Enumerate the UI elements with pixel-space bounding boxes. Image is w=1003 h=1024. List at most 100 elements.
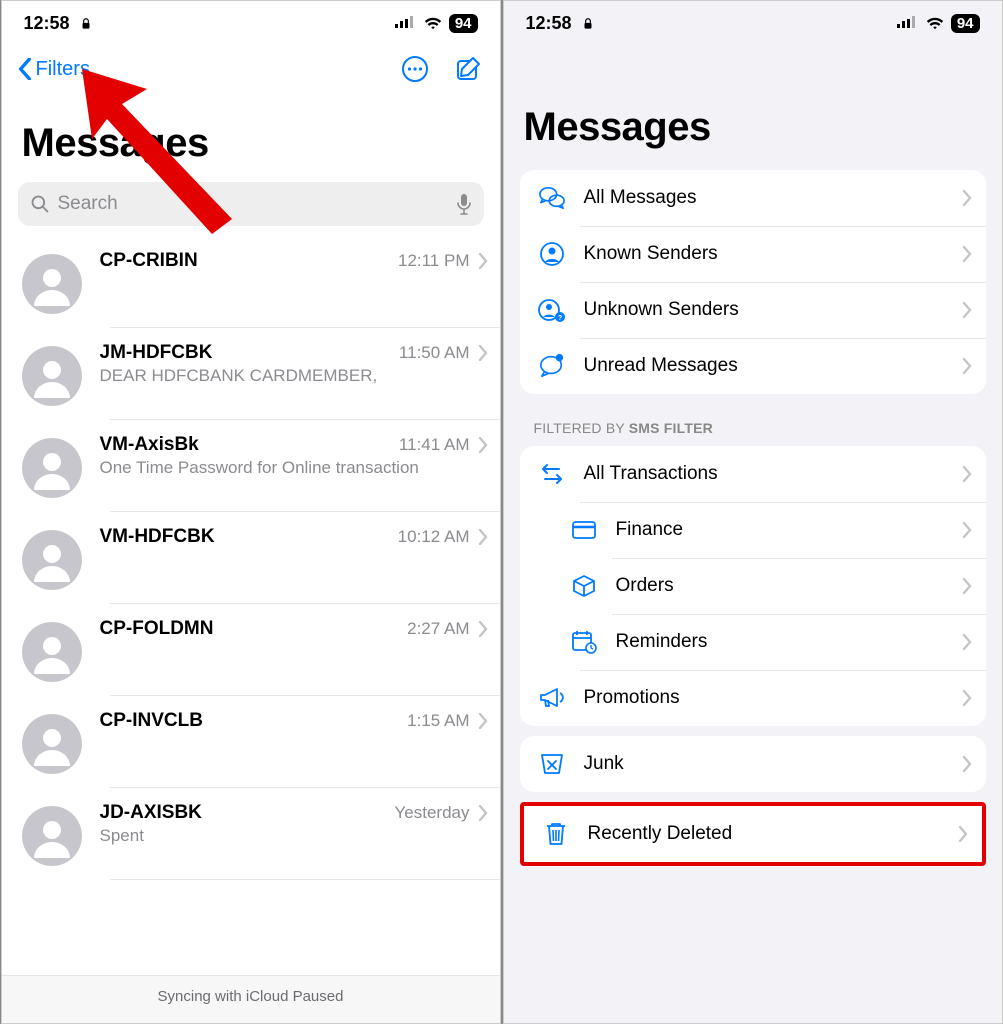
avatar bbox=[22, 714, 82, 774]
filter-label: All Transactions bbox=[584, 463, 942, 485]
chevron-right-icon bbox=[962, 756, 972, 772]
chevron-right-icon bbox=[962, 634, 972, 650]
status-time-text: 12:58 bbox=[526, 13, 572, 33]
avatar bbox=[22, 530, 82, 590]
filter-label: Recently Deleted bbox=[588, 823, 938, 845]
megaphone-icon bbox=[538, 684, 566, 712]
back-label: Filters bbox=[36, 58, 90, 81]
chevron-right-icon bbox=[962, 246, 972, 262]
filter-label: Unknown Senders bbox=[584, 299, 942, 321]
conversation-row[interactable]: CP-INVCLB 1:15 AM bbox=[2, 696, 500, 788]
conversation-name: CP-FOLDMN bbox=[100, 618, 214, 640]
conversation-preview: DEAR HDFCBANK CARDMEMBER, bbox=[100, 366, 488, 386]
messages-list-screen: 12:58 94 Filters Mes bbox=[1, 0, 501, 1024]
conversation-time: 10:12 AM bbox=[398, 527, 470, 547]
filter-unread-messages[interactable]: Unread Messages bbox=[520, 338, 986, 394]
page-title: Messages bbox=[504, 45, 1002, 160]
conversation-list: CP-CRIBIN 12:11 PM JM-HDFCBK 11:50 AM DE… bbox=[2, 236, 500, 880]
status-time: 12:58 bbox=[526, 13, 595, 34]
chevron-right-icon bbox=[478, 621, 488, 637]
chevron-right-icon bbox=[962, 302, 972, 318]
person-question-icon: ? bbox=[538, 296, 566, 324]
filter-label: Known Senders bbox=[584, 243, 942, 265]
conversation-name: JD-AXISBK bbox=[100, 802, 202, 824]
conversation-name: CP-INVCLB bbox=[100, 710, 203, 732]
chevron-right-icon bbox=[478, 253, 488, 269]
messages-filters-screen: 12:58 94 Messages All Messages Known Sen… bbox=[503, 0, 1003, 1024]
lock-icon bbox=[79, 17, 93, 31]
conversation-time: 11:41 AM bbox=[399, 435, 470, 455]
conversation-row[interactable]: CP-CRIBIN 12:11 PM bbox=[2, 236, 500, 328]
avatar bbox=[22, 622, 82, 682]
conversation-name: CP-CRIBIN bbox=[100, 250, 198, 272]
chevron-right-icon bbox=[962, 190, 972, 206]
junk-bin-icon bbox=[538, 750, 566, 778]
filter-known-senders[interactable]: Known Senders bbox=[520, 226, 986, 282]
avatar bbox=[22, 438, 82, 498]
more-button[interactable] bbox=[400, 54, 430, 84]
arrows-swap-icon bbox=[538, 460, 566, 488]
search-field[interactable]: Search bbox=[18, 182, 484, 226]
mic-icon[interactable] bbox=[456, 193, 472, 215]
filter-label: Unread Messages bbox=[584, 355, 942, 377]
filter-orders[interactable]: Orders bbox=[520, 558, 986, 614]
avatar bbox=[22, 346, 82, 406]
chat-bubbles-icon bbox=[538, 184, 566, 212]
person-icon bbox=[30, 630, 74, 674]
filter-recently-deleted[interactable]: Recently Deleted bbox=[524, 806, 982, 862]
chevron-right-icon bbox=[478, 345, 488, 361]
sms-filters-group: All Transactions Finance Orders Reminder… bbox=[520, 446, 986, 726]
avatar bbox=[22, 254, 82, 314]
chevron-right-icon bbox=[478, 437, 488, 453]
person-icon bbox=[30, 722, 74, 766]
search-icon bbox=[30, 194, 50, 214]
compose-button[interactable] bbox=[454, 54, 484, 84]
filter-label: Reminders bbox=[616, 631, 942, 653]
conversation-time: Yesterday bbox=[395, 803, 470, 823]
person-icon bbox=[30, 538, 74, 582]
chevron-left-icon bbox=[18, 58, 32, 80]
filter-unknown-senders[interactable]: ? Unknown Senders bbox=[520, 282, 986, 338]
filter-finance[interactable]: Finance bbox=[520, 502, 986, 558]
filter-all-transactions[interactable]: All Transactions bbox=[520, 446, 986, 502]
chevron-right-icon bbox=[958, 826, 968, 842]
conversation-name: JM-HDFCBK bbox=[100, 342, 213, 364]
chat-dot-icon bbox=[538, 352, 566, 380]
nav-bar: Filters bbox=[2, 45, 500, 93]
section-label-strong: SMS FILTER bbox=[629, 420, 713, 436]
chevron-right-icon bbox=[962, 522, 972, 538]
section-label-prefix: FILTERED BY bbox=[534, 420, 629, 436]
person-icon bbox=[30, 446, 74, 490]
battery-badge: 94 bbox=[449, 14, 478, 33]
search-placeholder: Search bbox=[58, 193, 118, 215]
conversation-row[interactable]: CP-FOLDMN 2:27 AM bbox=[2, 604, 500, 696]
filter-junk[interactable]: Junk bbox=[520, 736, 986, 792]
conversation-time: 12:11 PM bbox=[398, 251, 470, 271]
filter-reminders[interactable]: Reminders bbox=[520, 614, 986, 670]
conversation-name: VM-AxisBk bbox=[100, 434, 199, 456]
filter-promotions[interactable]: Promotions bbox=[520, 670, 986, 726]
ellipsis-circle-icon bbox=[401, 55, 429, 83]
compose-icon bbox=[455, 55, 483, 83]
filter-label: Orders bbox=[616, 575, 942, 597]
conversation-row[interactable]: VM-AxisBk 11:41 AM One Time Password for… bbox=[2, 420, 500, 512]
battery-badge: 94 bbox=[951, 14, 980, 33]
conversation-name: VM-HDFCBK bbox=[100, 526, 215, 548]
chevron-right-icon bbox=[478, 805, 488, 821]
filter-label: Junk bbox=[584, 753, 942, 775]
conversation-row[interactable]: JM-HDFCBK 11:50 AM DEAR HDFCBANK CARDMEM… bbox=[2, 328, 500, 420]
filter-all-messages[interactable]: All Messages bbox=[520, 170, 986, 226]
wifi-icon bbox=[423, 16, 443, 30]
chevron-right-icon bbox=[962, 578, 972, 594]
conversation-row[interactable]: JD-AXISBK Yesterday Spent bbox=[2, 788, 500, 880]
main-filters-group: All Messages Known Senders ? Unknown Sen… bbox=[520, 170, 986, 394]
conversation-row[interactable]: VM-HDFCBK 10:12 AM bbox=[2, 512, 500, 604]
conversation-time: 1:15 AM bbox=[407, 711, 469, 731]
conversation-preview: One Time Password for Online transaction bbox=[100, 458, 488, 478]
back-button[interactable]: Filters bbox=[18, 58, 90, 81]
junk-group: Junk bbox=[520, 736, 986, 792]
filter-label: All Messages bbox=[584, 187, 942, 209]
cellular-icon bbox=[897, 16, 919, 30]
conversation-preview: Spent bbox=[100, 826, 488, 846]
filter-label: Finance bbox=[616, 519, 942, 541]
